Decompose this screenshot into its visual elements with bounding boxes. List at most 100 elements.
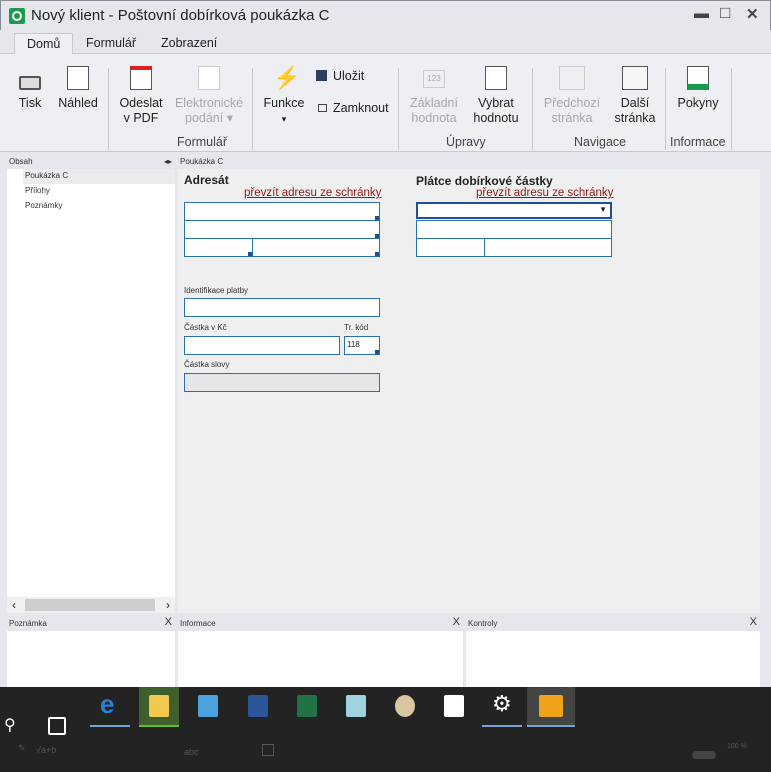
recipient-city-field[interactable] [252,238,380,257]
group-formular-label: Formulář [177,135,228,149]
formula-icon[interactable]: √a+b [36,745,56,755]
edge-icon[interactable]: e [90,687,130,727]
scroll-right-arrow[interactable]: › [166,598,170,612]
payer-street-field[interactable] [416,220,612,239]
file-explorer-icon[interactable] [139,687,179,727]
recipient-zip-field[interactable] [184,238,253,257]
tab-zobrazeni[interactable]: Zobrazení [149,33,229,55]
functions-label: Funkce [263,96,305,110]
search-icon[interactable]: ⚲ [4,715,16,735]
recipient-street-field[interactable] [184,220,380,239]
scrollbar-thumb[interactable] [25,599,155,611]
next-page-label: Další [620,96,650,110]
checks-panel-title: Kontroly [468,619,498,628]
app-logo-icon [9,8,25,24]
amount-words-field [184,373,380,392]
select-value-label: Vybrat [478,96,514,110]
payment-id-field[interactable] [184,298,380,317]
information-panel-title: Informace [180,619,216,628]
send-pdf-button[interactable]: Odeslat v PDF [118,66,164,126]
close-icon[interactable]: X [750,616,757,628]
spellcheck-label[interactable]: abc [184,747,199,757]
app-taskbar-icon[interactable] [527,687,575,727]
previous-page-label-2: stránka [551,111,593,125]
recipient-heading: Adresát [184,173,229,187]
task-view-icon[interactable] [48,717,66,735]
number-123-icon: 123 [423,70,445,88]
next-page-button[interactable]: Další stránka [612,66,658,126]
help-document-icon [687,66,709,90]
control-panel-icon[interactable] [188,687,228,727]
scroll-left-arrow[interactable]: ‹ [12,598,16,612]
preview-button[interactable]: Náhled [56,66,100,111]
zoom-level: 100 % [727,743,747,750]
paint-icon[interactable] [385,687,425,727]
save-button[interactable]: Uložit [316,69,364,84]
contents-title: Obsah [9,157,33,166]
excel-icon[interactable] [287,687,327,727]
tree-item-poukazka[interactable]: Poukázka C [25,171,68,180]
maximize-button[interactable]: □ [720,3,730,23]
tab-domu[interactable]: Domů [14,33,74,55]
tab-formular[interactable]: Formulář [74,33,148,55]
amount-words-label: Částka slovy [184,360,230,369]
previous-page-button[interactable]: Předchozí stránka [542,66,602,126]
notepad-icon[interactable] [336,687,376,727]
default-value-button[interactable]: 123 Základní hodnota [408,66,460,126]
instructions-button[interactable]: Pokyny [675,66,721,111]
default-value-label: Základní [410,96,458,110]
payer-zip-field[interactable] [416,238,485,257]
close-icon[interactable]: X [453,616,460,628]
note-panel-title: Poznámka [9,619,47,628]
payer-clipboard-link[interactable]: převzít adresu ze schránky [476,187,613,199]
amount-field[interactable] [184,336,340,355]
select-value-button[interactable]: Vybrat hodnotu [470,66,522,126]
calculator-icon[interactable] [434,687,474,727]
minimize-button[interactable]: ▬ [694,5,709,22]
electronic-label: Elektronické [174,96,244,110]
group-navigace-label: Navigace [574,135,627,149]
instructions-label: Pokyny [677,96,719,110]
save-label: Uložit [333,69,365,83]
payer-heading: Plátce dobírkové částky [416,174,553,188]
payer-city-field[interactable] [484,238,612,257]
close-icon[interactable]: X [165,616,172,628]
form-header: Poukázka C [178,155,760,169]
settings-gear-icon[interactable]: ⚙ [482,687,522,727]
recipient-name-field[interactable] [184,202,380,221]
tree-item-poznamky[interactable]: Poznámky [25,201,62,210]
electronic-submission-button[interactable]: Elektronické podání ▾ [172,66,246,126]
form-panel: Poukázka C Adresát převzít adresu ze sch… [178,155,760,613]
horizontal-scrollbar[interactable]: ‹ › [7,597,175,613]
tr-code-field[interactable]: 118 [344,336,380,355]
dropdown-arrow-icon: ▼ [599,205,607,214]
arrow-left-page-icon [559,66,585,90]
next-page-label-2: stránka [614,111,656,125]
ribbon-tabs: Domů Formulář Zobrazení [0,30,771,55]
select-value-label-2: hodnotu [473,111,519,125]
title-bar: Nový klient - Poštovní dobírková poukázk… [0,0,771,30]
tree-item-prilohy[interactable]: Přílohy [25,186,50,195]
preview-icon [67,66,89,90]
payer-name-select[interactable]: ▼ [416,202,612,219]
collapse-panel-icon[interactable]: ◂▸ [164,157,172,166]
floppy-icon [316,70,327,81]
group-upravy-label: Úpravy [446,135,486,149]
checks-panel: Kontroly X [466,616,760,689]
lock-button[interactable]: Zamknout [316,101,389,116]
tr-code-label: Tr. kód [344,323,369,332]
lightning-icon: ⚡ [273,65,301,90]
group-informace-label: Informace [670,135,726,149]
recipient-clipboard-link[interactable]: převzít adresu ze schránky [244,187,381,199]
print-button[interactable]: Tisk [14,66,46,111]
word-icon[interactable] [238,687,278,727]
information-panel: Informace X [178,616,463,689]
close-button[interactable]: ✕ [746,5,759,23]
pen-icon[interactable]: ✎ [18,743,26,754]
zoom-slider[interactable] [692,751,716,759]
functions-button[interactable]: ⚡ Funkce ▾ [262,66,306,127]
calculator-status-icon[interactable] [262,744,274,756]
print-label: Tisk [18,96,42,110]
electronic-label-2: podání ▾ [185,111,233,125]
window-title: Nový klient - Poštovní dobírková poukázk… [31,7,330,24]
